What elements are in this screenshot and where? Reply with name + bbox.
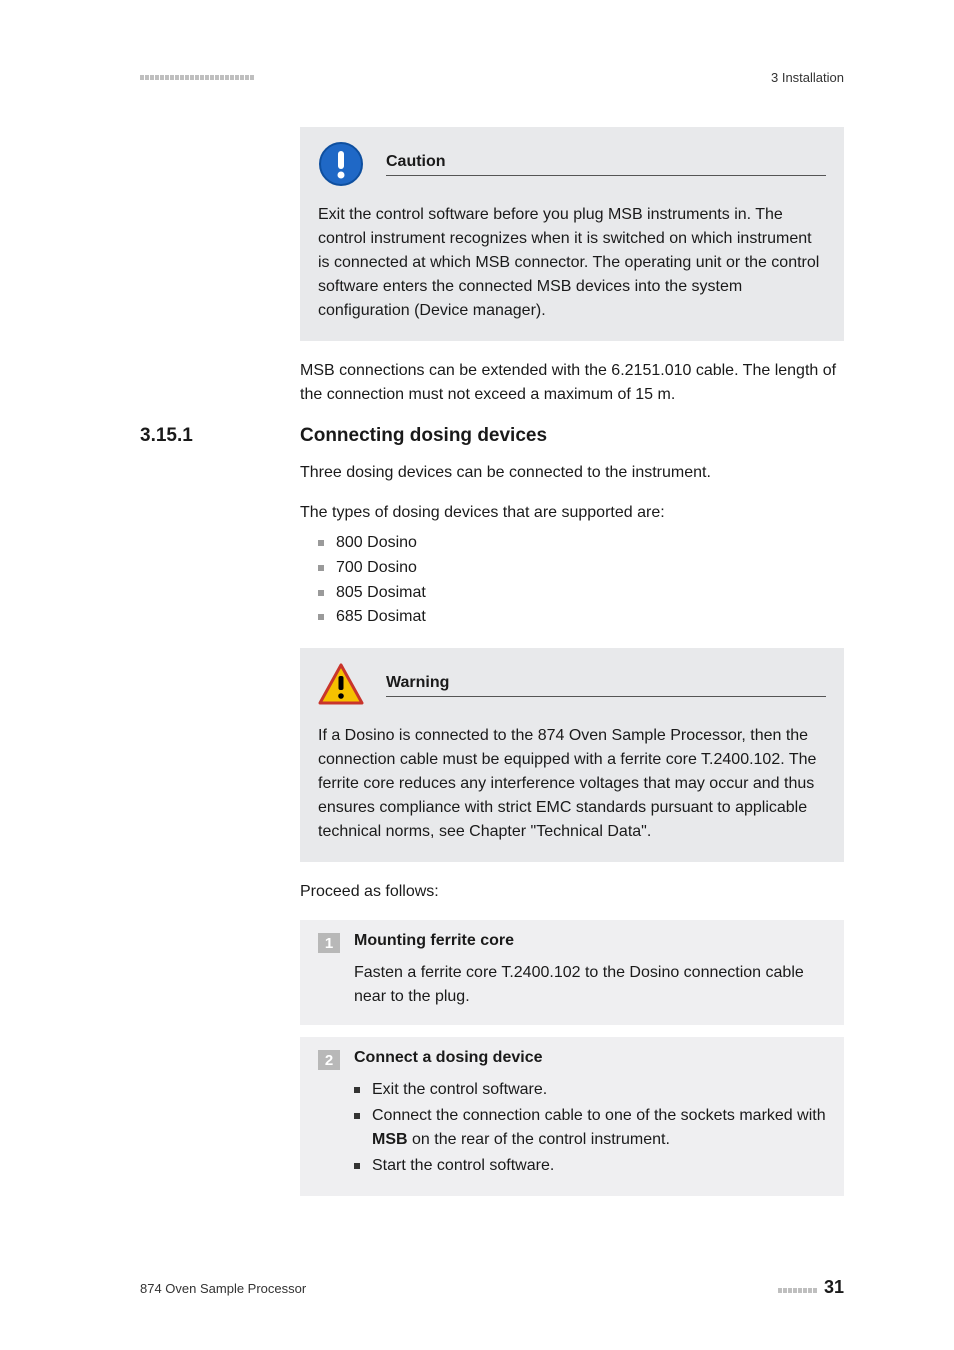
caution-icon xyxy=(318,141,364,187)
step-1-title: Mounting ferrite core xyxy=(354,932,514,950)
section-number: 3.15.1 xyxy=(140,425,270,447)
page-footer: 874 Oven Sample Processor 31 xyxy=(140,1277,844,1298)
page-number: 31 xyxy=(824,1277,844,1298)
warning-callout: Warning If a Dosino is connected to the … xyxy=(300,648,844,862)
warning-title: Warning xyxy=(386,674,826,696)
step-2-title: Connect a dosing device xyxy=(354,1049,542,1067)
caution-title: Caution xyxy=(386,153,826,175)
chapter-label: 3 Installation xyxy=(771,70,844,85)
list-item: Exit the control software. xyxy=(354,1078,826,1102)
caution-body: Exit the control software before you plu… xyxy=(318,203,826,323)
warning-body: If a Dosino is connected to the 874 Oven… xyxy=(318,724,826,844)
footer-right: 31 xyxy=(778,1277,844,1298)
list-item: 685 Dosimat xyxy=(318,605,844,630)
footer-dashes xyxy=(778,1288,818,1293)
content-column: Caution Exit the control software before… xyxy=(300,127,844,407)
list-item: 805 Dosimat xyxy=(318,581,844,606)
caution-callout: Caution Exit the control software before… xyxy=(300,127,844,341)
step-2-b2-b: MSB xyxy=(372,1131,408,1148)
warning-head: Warning xyxy=(318,662,826,708)
header-dashes xyxy=(140,75,255,80)
page: 3 Installation Caution Exit the control … xyxy=(0,0,954,1350)
list-item: 800 Dosino xyxy=(318,531,844,556)
page-header: 3 Installation xyxy=(140,70,844,85)
step-1-head: 1 Mounting ferrite core xyxy=(318,932,826,953)
caution-head: Caution xyxy=(318,141,826,187)
list-item: Connect the connection cable to one of t… xyxy=(354,1104,826,1152)
section-heading: 3.15.1 Connecting dosing devices xyxy=(140,425,844,447)
warning-rule xyxy=(386,696,826,697)
step-1: 1 Mounting ferrite core Fasten a ferrite… xyxy=(300,920,844,1025)
footer-product: 874 Oven Sample Processor xyxy=(140,1281,306,1296)
step-2-b2-c: on the rear of the control instrument. xyxy=(408,1131,670,1148)
section-content: Three dosing devices can be connected to… xyxy=(300,461,844,1196)
list-item: 700 Dosino xyxy=(318,556,844,581)
proceed-paragraph: Proceed as follows: xyxy=(300,880,844,904)
list-item: Start the control software. xyxy=(354,1154,826,1178)
three-devices-paragraph: Three dosing devices can be connected to… xyxy=(300,461,844,485)
section-title: Connecting dosing devices xyxy=(300,425,547,447)
warning-title-wrap: Warning xyxy=(386,674,826,697)
step-1-badge: 1 xyxy=(318,933,340,953)
step-2-badge: 2 xyxy=(318,1050,340,1070)
step-1-body: Fasten a ferrite core T.2400.102 to the … xyxy=(354,961,826,1009)
step-2: 2 Connect a dosing device Exit the contr… xyxy=(300,1037,844,1196)
device-list: 800 Dosino 700 Dosino 805 Dosimat 685 Do… xyxy=(318,531,844,630)
step-2-head: 2 Connect a dosing device xyxy=(318,1049,826,1070)
caution-title-wrap: Caution xyxy=(386,153,826,176)
step-2-bullets: Exit the control software. Connect the c… xyxy=(354,1078,826,1178)
warning-icon xyxy=(318,662,364,708)
types-paragraph: The types of dosing devices that are sup… xyxy=(300,501,844,525)
caution-rule xyxy=(386,175,826,176)
msb-paragraph: MSB connections can be extended with the… xyxy=(300,359,844,407)
step-2-b2-a: Connect the connection cable to one of t… xyxy=(372,1107,826,1124)
